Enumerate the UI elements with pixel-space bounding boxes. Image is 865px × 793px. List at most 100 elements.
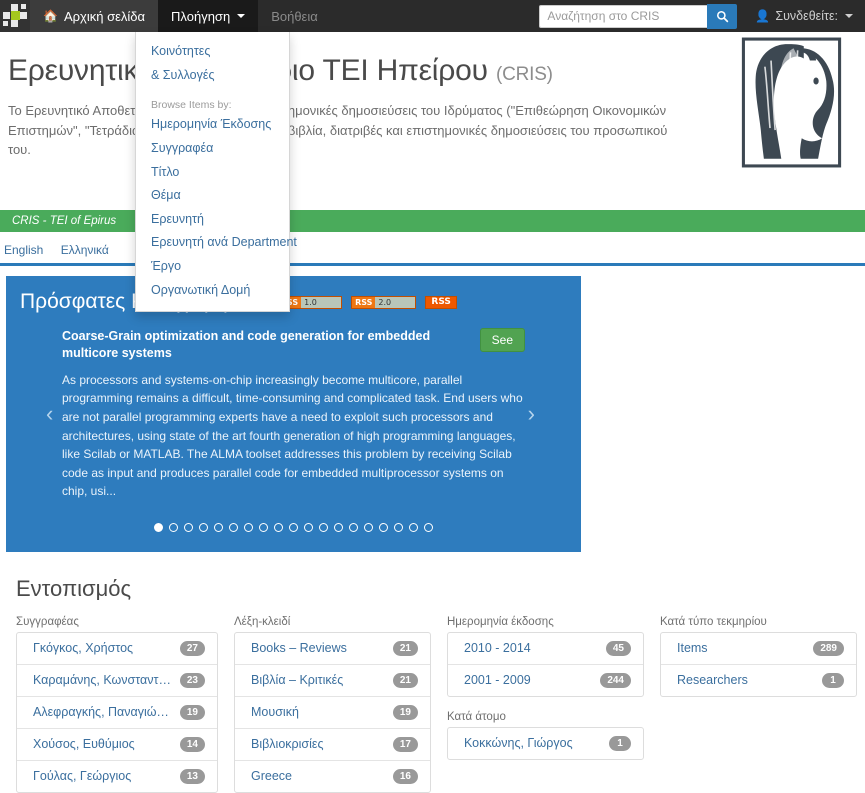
carousel-dot[interactable] <box>244 522 253 532</box>
carousel-dot[interactable] <box>364 522 373 532</box>
grid-icon[interactable] <box>0 0 30 32</box>
context-banner-label: CRIS - TEI of Epirus <box>12 215 117 227</box>
facet-item-label: Κοκκώνης, Γιώργος <box>464 736 573 751</box>
nav-item-browse[interactable]: Πλοήγηση <box>158 0 259 32</box>
facet-column: Κατά τύπο τεκμηρίου Items 289 Researchers 1 <box>660 616 857 793</box>
rss-2-label: RSS <box>352 296 376 308</box>
dropdown-item-researcher[interactable]: Ερευνητή <box>136 208 289 232</box>
user-login-label: Συνδεθείτε: <box>775 9 838 23</box>
slide-title[interactable]: Coarse-Grain optimization and code gener… <box>62 328 472 362</box>
facet-list: 2010 - 2014 45 2001 - 2009 244 <box>447 631 644 697</box>
facet-item-label: Μουσική <box>251 705 299 720</box>
facet-list: Γκόγκος, Χρήστος 27 Καραμάνης, Κωνσταντίνο… <box>16 631 218 793</box>
context-banner: CRIS - TEI of Epirus <box>0 210 865 232</box>
nav-item-home[interactable]: 🏠 Αρχική σελίδα <box>30 0 159 32</box>
accent-rule <box>0 263 865 266</box>
dropdown-item-author[interactable]: Συγγραφέα <box>136 137 289 161</box>
facet-item[interactable]: Greece 16 <box>235 761 430 792</box>
carousel-dot[interactable] <box>184 522 193 532</box>
carousel-dot[interactable] <box>229 522 238 532</box>
facet-item-label: Γκόγκος, Χρήστος <box>33 641 134 656</box>
rss-2-badge[interactable]: RSS 2.0 <box>351 295 417 309</box>
carousel-dot[interactable] <box>304 522 313 532</box>
search-input[interactable] <box>539 4 708 28</box>
facet-item[interactable]: Κοκκώνης, Γιώργος 1 <box>448 728 643 759</box>
facet-label: Λέξη-κλειδί <box>234 615 291 628</box>
carousel-dot[interactable] <box>214 522 223 532</box>
browse-dropdown-menu: Κοινότητες & Συλλογές Browse Items by: Η… <box>135 32 297 313</box>
carousel-dots <box>6 522 581 532</box>
facet-item[interactable]: Βιβλία – Κριτικές 21 <box>235 665 430 697</box>
facet-item-count: 289 <box>813 640 844 656</box>
facet-item[interactable]: Μουσική 19 <box>235 697 430 729</box>
search-form <box>539 3 738 29</box>
facet-list: Items 289 Researchers 1 <box>660 631 857 697</box>
carousel-dot[interactable] <box>154 522 163 532</box>
carousel-dot[interactable] <box>289 522 298 532</box>
carousel-dot[interactable] <box>259 522 268 532</box>
slide-abstract: As processors and systems-on-chip increa… <box>62 372 523 499</box>
dropdown-separator <box>136 87 289 95</box>
facet-item[interactable]: Items 289 <box>661 633 856 665</box>
facet-group-gap <box>447 697 644 711</box>
facet-item-count: 19 <box>392 704 418 720</box>
facet-label: Κατά τύπο τεκμηρίου <box>660 615 767 628</box>
carousel-dot[interactable] <box>199 522 208 532</box>
facet-item-label: Βιβλία – Κριτικές <box>251 673 344 688</box>
facet-item-label: Χούσος, Ευθύμιος <box>33 737 135 752</box>
dropdown-item-communities[interactable]: Κοινότητες <box>136 40 289 64</box>
carousel-dot[interactable] <box>169 522 178 532</box>
facet-item[interactable]: Χούσος, Ευθύμιος 14 <box>17 729 217 761</box>
facet-item[interactable]: Καραμάνης, Κωνσταντίνος 23 <box>17 665 217 697</box>
facet-label: Κατά άτομο <box>447 710 506 723</box>
facet-item-count: 13 <box>179 768 205 784</box>
dropdown-item-org-unit[interactable]: Οργανωτική Δομή <box>136 279 289 303</box>
dropdown-item-collections[interactable]: & Συλλογές <box>136 64 289 88</box>
facet-item-count: 1 <box>822 672 844 688</box>
carousel-prev-arrow[interactable]: ‹ <box>46 401 53 427</box>
dropdown-item-project[interactable]: Έργο <box>136 255 289 279</box>
carousel-dot[interactable] <box>424 522 433 532</box>
carousel-next-arrow[interactable]: › <box>528 401 535 427</box>
carousel-dot[interactable] <box>274 522 283 532</box>
facet-item-label: Books – Reviews <box>251 641 347 656</box>
slide-title-row: Coarse-Grain optimization and code gener… <box>62 328 525 362</box>
facet-item[interactable]: 2010 - 2014 45 <box>448 633 643 665</box>
facet-item[interactable]: Books – Reviews 21 <box>235 633 430 665</box>
facet-item[interactable]: 2001 - 2009 244 <box>448 665 643 696</box>
language-link-english[interactable]: English <box>4 243 43 257</box>
facet-item[interactable]: Γκόγκος, Χρήστος 27 <box>17 633 217 665</box>
facet-item[interactable]: Βιβλιοκρισίες 17 <box>235 729 430 761</box>
dropdown-item-issue-date[interactable]: Ημερομηνία Έκδοσης <box>136 113 289 137</box>
facet-item-count: 14 <box>179 736 205 752</box>
rss-2-version: 2.0 <box>375 296 416 308</box>
nav-item-help-label: Βοήθεια <box>271 8 318 24</box>
facet-label: Ημερομηνία έκδοσης <box>447 615 554 628</box>
facet-item[interactable]: Researchers 1 <box>661 665 856 696</box>
carousel-dot[interactable] <box>319 522 328 532</box>
facet-item-count: 1 <box>609 735 631 751</box>
carousel-slide: Coarse-Grain optimization and code gener… <box>6 328 581 501</box>
user-login-menu[interactable]: 👤 Συνδεθείτε: <box>755 9 853 23</box>
rss-feed-badge[interactable]: RSS <box>425 295 457 309</box>
dropdown-item-researcher-by-department[interactable]: Ερευνητή ανά Department <box>136 231 297 255</box>
page-title-suffix: (CRIS) <box>495 64 553 85</box>
see-button[interactable]: See <box>479 328 525 352</box>
search-button[interactable] <box>707 3 738 29</box>
carousel-dot[interactable] <box>409 522 418 532</box>
facet-item[interactable]: Αλεφραγκής, Παναγιώτης 19 <box>17 697 217 729</box>
carousel-dot[interactable] <box>334 522 343 532</box>
facet-column: Ημερομηνία έκδοσης 2010 - 2014 45 2001 - 20… <box>447 616 644 793</box>
dropdown-item-title[interactable]: Τίτλο <box>136 161 289 185</box>
facet-item-label: Βιβλιοκρισίες <box>251 737 324 752</box>
carousel-dot[interactable] <box>394 522 403 532</box>
facet-list: Κοκκώνης, Γιώργος 1 <box>447 726 644 760</box>
nav-item-help[interactable]: Βοήθεια <box>258 0 331 32</box>
discovery-title: Εντοπισμός <box>16 575 132 601</box>
facet-column: Συγγραφέας Γκόγκος, Χρήστος 27 Καραμάνης, Κ… <box>16 616 218 793</box>
language-link-greek[interactable]: Ελληνικά <box>61 243 109 257</box>
carousel-dot[interactable] <box>379 522 388 532</box>
facet-item[interactable]: Γούλας, Γεώργιος 13 <box>17 761 217 792</box>
dropdown-item-subject[interactable]: Θέμα <box>136 184 289 208</box>
carousel-dot[interactable] <box>349 522 358 532</box>
